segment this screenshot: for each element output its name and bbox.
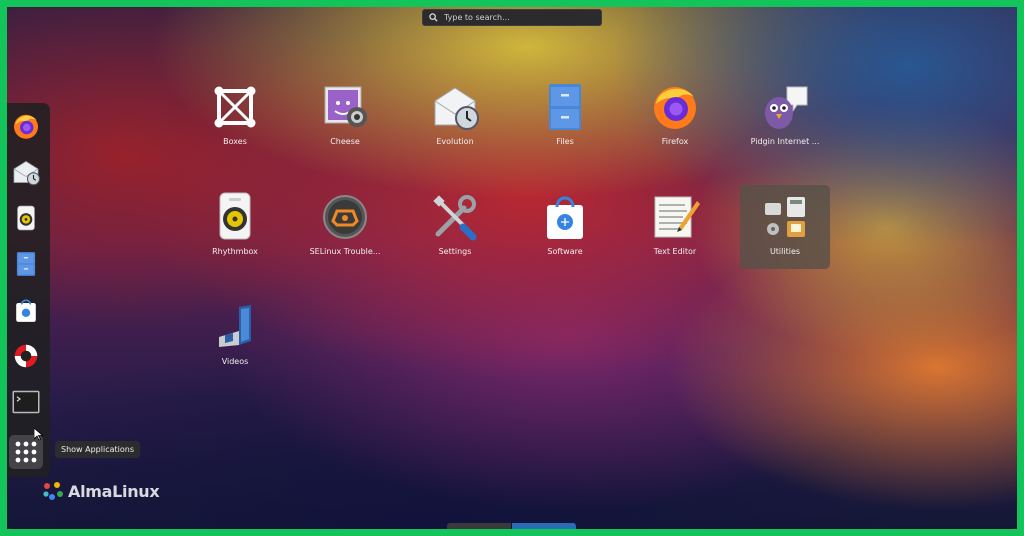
app-label: Files xyxy=(556,137,574,146)
app-software[interactable]: Software xyxy=(520,185,610,269)
firefox-icon xyxy=(654,87,696,129)
files-icon xyxy=(16,252,36,276)
app-firefox[interactable]: Firefox xyxy=(630,75,720,159)
app-label: Rhythmbox xyxy=(212,247,258,256)
desktop-overview: Show Applications Boxes Cheese Evolutio xyxy=(7,7,1017,529)
brand-text: AlmaLinux xyxy=(68,481,160,501)
search-input[interactable] xyxy=(444,13,594,22)
pidgin-icon xyxy=(765,86,808,129)
dock-item-rhythmbox[interactable] xyxy=(9,201,43,235)
dock-item-files[interactable] xyxy=(9,247,43,281)
dash-dock xyxy=(7,103,50,477)
files-icon xyxy=(549,84,581,130)
software-icon xyxy=(547,196,583,239)
app-text-editor[interactable]: Text Editor xyxy=(630,185,720,269)
app-label: Text Editor xyxy=(653,247,697,256)
almalinux-logo xyxy=(43,482,63,500)
dock-item-firefox[interactable] xyxy=(9,109,43,143)
app-label: Software xyxy=(547,247,583,256)
app-utilities-folder[interactable]: Utilities xyxy=(740,185,830,269)
boxes-icon xyxy=(214,86,256,128)
app-label: Cheese xyxy=(330,137,360,146)
app-label: Boxes xyxy=(223,137,247,146)
evolution-icon xyxy=(13,161,41,186)
tab-frequent[interactable] xyxy=(447,523,511,529)
dock-item-help[interactable] xyxy=(9,339,43,373)
app-label: SELinux Trouble... xyxy=(309,247,381,256)
lifebuoy-icon xyxy=(14,344,38,368)
search-bar[interactable] xyxy=(422,9,602,26)
rhythmbox-icon xyxy=(219,192,251,240)
firefox-icon xyxy=(14,114,38,139)
terminal-icon xyxy=(12,390,40,414)
app-settings[interactable]: Settings xyxy=(410,185,500,269)
app-cheese[interactable]: Cheese xyxy=(300,75,390,159)
app-rhythmbox[interactable]: Rhythmbox xyxy=(190,185,280,269)
app-evolution[interactable]: Evolution xyxy=(410,75,500,159)
app-label: Firefox xyxy=(661,137,689,146)
dock-item-terminal[interactable] xyxy=(9,385,43,419)
grid-icon xyxy=(15,441,37,463)
app-label: Videos xyxy=(221,357,249,366)
utilities-folder-icon xyxy=(765,197,805,237)
cheese-icon xyxy=(324,86,367,127)
text-editor-icon xyxy=(654,196,700,238)
dock-item-evolution[interactable] xyxy=(9,155,43,189)
app-label: Evolution xyxy=(436,137,474,146)
app-selinux-troubleshooter[interactable]: SELinux Trouble... xyxy=(300,185,390,269)
tab-all[interactable] xyxy=(512,523,576,529)
app-label: Pidgin Internet ... xyxy=(750,137,820,146)
software-icon xyxy=(16,299,36,322)
settings-icon xyxy=(433,195,477,241)
selinux-icon xyxy=(323,195,367,239)
app-videos[interactable]: Videos xyxy=(190,295,280,379)
search-icon xyxy=(429,13,438,22)
app-pidgin[interactable]: Pidgin Internet ... xyxy=(740,75,830,159)
dock-item-software[interactable] xyxy=(9,293,43,327)
show-applications-tooltip: Show Applications xyxy=(55,441,140,458)
mouse-cursor-icon xyxy=(34,428,43,441)
app-boxes[interactable]: Boxes xyxy=(190,75,280,159)
videos-icon xyxy=(219,305,251,347)
app-label: Utilities xyxy=(769,247,801,256)
app-label: Settings xyxy=(438,247,472,256)
evolution-icon xyxy=(434,87,479,130)
almalinux-brand: AlmaLinux xyxy=(42,481,160,501)
app-files[interactable]: Files xyxy=(520,75,610,159)
rhythmbox-icon xyxy=(17,205,35,231)
